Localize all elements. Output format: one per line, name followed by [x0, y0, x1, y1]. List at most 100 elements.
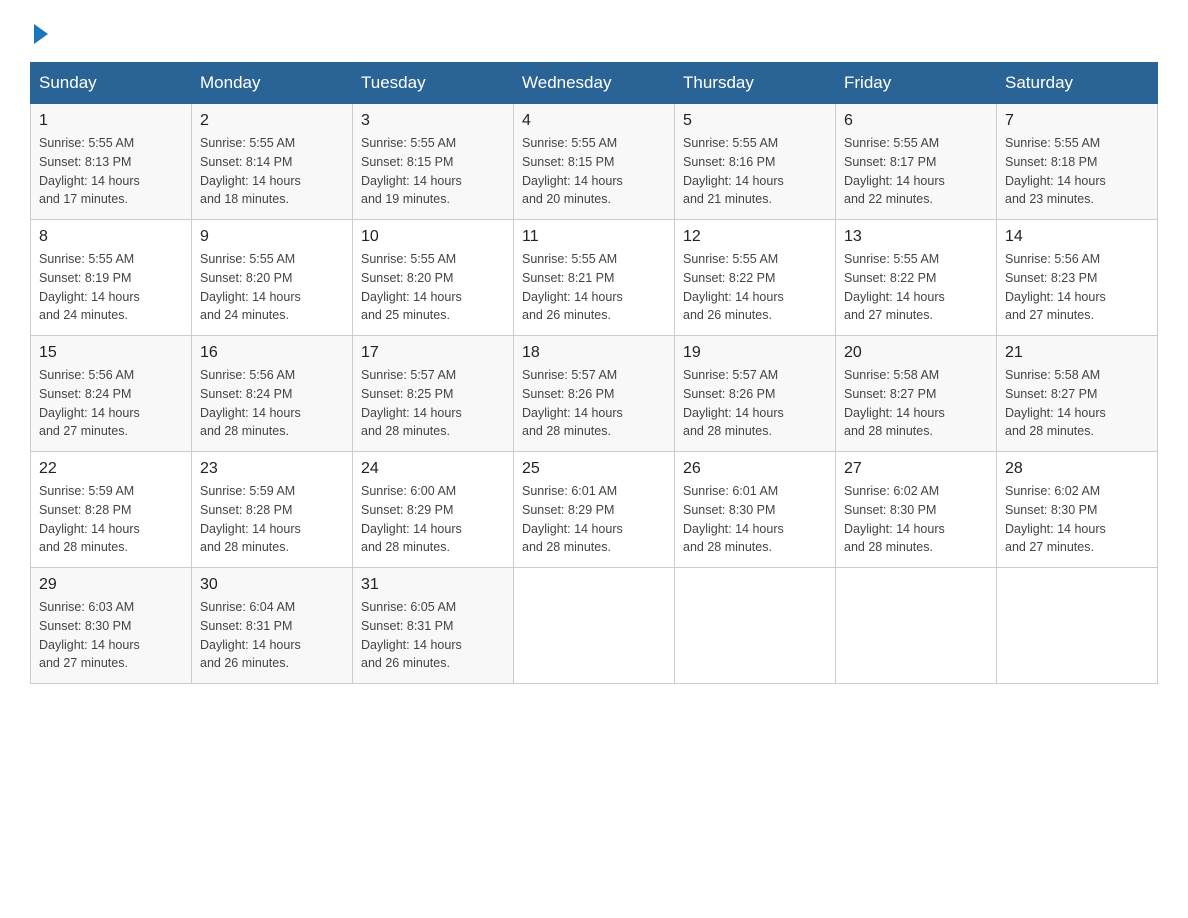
day-info: Sunrise: 5:55 AMSunset: 8:13 PMDaylight:…: [39, 134, 183, 209]
calendar-cell: 1 Sunrise: 5:55 AMSunset: 8:13 PMDaylight…: [31, 104, 192, 220]
day-info: Sunrise: 5:59 AMSunset: 8:28 PMDaylight:…: [200, 482, 344, 557]
calendar-cell: [514, 568, 675, 684]
day-number: 3: [361, 112, 505, 130]
logo: [30, 20, 48, 44]
day-number: 4: [522, 112, 666, 130]
day-info: Sunrise: 5:55 AMSunset: 8:14 PMDaylight:…: [200, 134, 344, 209]
calendar-week-1: 1 Sunrise: 5:55 AMSunset: 8:13 PMDaylight…: [31, 104, 1158, 220]
day-number: 16: [200, 344, 344, 362]
day-number: 26: [683, 460, 827, 478]
weekday-header-tuesday: Tuesday: [353, 63, 514, 104]
day-number: 29: [39, 576, 183, 594]
day-number: 17: [361, 344, 505, 362]
calendar-table: SundayMondayTuesdayWednesdayThursdayFrid…: [30, 62, 1158, 684]
calendar-cell: 18 Sunrise: 5:57 AMSunset: 8:26 PMDayligh…: [514, 336, 675, 452]
day-number: 8: [39, 228, 183, 246]
day-number: 7: [1005, 112, 1149, 130]
day-number: 15: [39, 344, 183, 362]
calendar-cell: 25 Sunrise: 6:01 AMSunset: 8:29 PMDayligh…: [514, 452, 675, 568]
day-number: 18: [522, 344, 666, 362]
day-info: Sunrise: 5:59 AMSunset: 8:28 PMDaylight:…: [39, 482, 183, 557]
day-number: 19: [683, 344, 827, 362]
weekday-header-row: SundayMondayTuesdayWednesdayThursdayFrid…: [31, 63, 1158, 104]
calendar-cell: 5 Sunrise: 5:55 AMSunset: 8:16 PMDaylight…: [675, 104, 836, 220]
weekday-header-sunday: Sunday: [31, 63, 192, 104]
calendar-cell: 3 Sunrise: 5:55 AMSunset: 8:15 PMDaylight…: [353, 104, 514, 220]
day-number: 13: [844, 228, 988, 246]
calendar-cell: [836, 568, 997, 684]
calendar-cell: 27 Sunrise: 6:02 AMSunset: 8:30 PMDayligh…: [836, 452, 997, 568]
day-number: 10: [361, 228, 505, 246]
calendar-cell: 10 Sunrise: 5:55 AMSunset: 8:20 PMDayligh…: [353, 220, 514, 336]
calendar-cell: 7 Sunrise: 5:55 AMSunset: 8:18 PMDaylight…: [997, 104, 1158, 220]
day-number: 6: [844, 112, 988, 130]
calendar-cell: 22 Sunrise: 5:59 AMSunset: 8:28 PMDayligh…: [31, 452, 192, 568]
day-info: Sunrise: 5:57 AMSunset: 8:26 PMDaylight:…: [683, 366, 827, 441]
calendar-cell: 16Sunrise: 5:56 AMSunset: 8:24 PMDayligh…: [192, 336, 353, 452]
day-info: Sunrise: 5:55 AMSunset: 8:19 PMDaylight:…: [39, 250, 183, 325]
day-info: Sunrise: 5:55 AMSunset: 8:15 PMDaylight:…: [361, 134, 505, 209]
calendar-week-3: 15Sunrise: 5:56 AMSunset: 8:24 PMDayligh…: [31, 336, 1158, 452]
day-number: 5: [683, 112, 827, 130]
day-info: Sunrise: 6:03 AMSunset: 8:30 PMDaylight:…: [39, 598, 183, 673]
calendar-cell: [997, 568, 1158, 684]
day-info: Sunrise: 5:55 AMSunset: 8:20 PMDaylight:…: [200, 250, 344, 325]
day-number: 23: [200, 460, 344, 478]
calendar-cell: 14Sunrise: 5:56 AMSunset: 8:23 PMDayligh…: [997, 220, 1158, 336]
calendar-cell: 24 Sunrise: 6:00 AMSunset: 8:29 PMDayligh…: [353, 452, 514, 568]
calendar-cell: 17 Sunrise: 5:57 AMSunset: 8:25 PMDayligh…: [353, 336, 514, 452]
calendar-cell: 2 Sunrise: 5:55 AMSunset: 8:14 PMDaylight…: [192, 104, 353, 220]
day-info: Sunrise: 5:55 AMSunset: 8:22 PMDaylight:…: [683, 250, 827, 325]
day-info: Sunrise: 5:58 AMSunset: 8:27 PMDaylight:…: [1005, 366, 1149, 441]
day-number: 12: [683, 228, 827, 246]
day-info: Sunrise: 5:58 AMSunset: 8:27 PMDaylight:…: [844, 366, 988, 441]
calendar-cell: 21Sunrise: 5:58 AMSunset: 8:27 PMDayligh…: [997, 336, 1158, 452]
day-info: Sunrise: 5:55 AMSunset: 8:16 PMDaylight:…: [683, 134, 827, 209]
calendar-cell: 20 Sunrise: 5:58 AMSunset: 8:27 PMDayligh…: [836, 336, 997, 452]
day-info: Sunrise: 6:05 AMSunset: 8:31 PMDaylight:…: [361, 598, 505, 673]
weekday-header-friday: Friday: [836, 63, 997, 104]
day-info: Sunrise: 6:01 AMSunset: 8:30 PMDaylight:…: [683, 482, 827, 557]
day-info: Sunrise: 5:57 AMSunset: 8:26 PMDaylight:…: [522, 366, 666, 441]
calendar-cell: 13 Sunrise: 5:55 AMSunset: 8:22 PMDayligh…: [836, 220, 997, 336]
day-info: Sunrise: 5:55 AMSunset: 8:15 PMDaylight:…: [522, 134, 666, 209]
day-info: Sunrise: 6:04 AMSunset: 8:31 PMDaylight:…: [200, 598, 344, 673]
day-number: 2: [200, 112, 344, 130]
day-number: 1: [39, 112, 183, 130]
calendar-cell: 31Sunrise: 6:05 AMSunset: 8:31 PMDayligh…: [353, 568, 514, 684]
calendar-cell: 19 Sunrise: 5:57 AMSunset: 8:26 PMDayligh…: [675, 336, 836, 452]
day-info: Sunrise: 5:55 AMSunset: 8:18 PMDaylight:…: [1005, 134, 1149, 209]
weekday-header-wednesday: Wednesday: [514, 63, 675, 104]
day-info: Sunrise: 5:55 AMSunset: 8:22 PMDaylight:…: [844, 250, 988, 325]
day-number: 24: [361, 460, 505, 478]
day-info: Sunrise: 6:02 AMSunset: 8:30 PMDaylight:…: [1005, 482, 1149, 557]
calendar-cell: [675, 568, 836, 684]
day-info: Sunrise: 6:02 AMSunset: 8:30 PMDaylight:…: [844, 482, 988, 557]
day-number: 14: [1005, 228, 1149, 246]
day-number: 20: [844, 344, 988, 362]
logo-arrow-icon: [34, 24, 48, 44]
day-info: Sunrise: 5:55 AMSunset: 8:20 PMDaylight:…: [361, 250, 505, 325]
calendar-week-5: 29 Sunrise: 6:03 AMSunset: 8:30 PMDayligh…: [31, 568, 1158, 684]
day-number: 28: [1005, 460, 1149, 478]
calendar-cell: 6 Sunrise: 5:55 AMSunset: 8:17 PMDaylight…: [836, 104, 997, 220]
day-info: Sunrise: 6:00 AMSunset: 8:29 PMDaylight:…: [361, 482, 505, 557]
day-info: Sunrise: 5:57 AMSunset: 8:25 PMDaylight:…: [361, 366, 505, 441]
calendar-cell: 12 Sunrise: 5:55 AMSunset: 8:22 PMDayligh…: [675, 220, 836, 336]
calendar-cell: 11Sunrise: 5:55 AMSunset: 8:21 PMDayligh…: [514, 220, 675, 336]
day-number: 27: [844, 460, 988, 478]
day-number: 30: [200, 576, 344, 594]
calendar-cell: 15Sunrise: 5:56 AMSunset: 8:24 PMDayligh…: [31, 336, 192, 452]
weekday-header-saturday: Saturday: [997, 63, 1158, 104]
calendar-cell: 26 Sunrise: 6:01 AMSunset: 8:30 PMDayligh…: [675, 452, 836, 568]
calendar-cell: 23 Sunrise: 5:59 AMSunset: 8:28 PMDayligh…: [192, 452, 353, 568]
weekday-header-thursday: Thursday: [675, 63, 836, 104]
day-number: 9: [200, 228, 344, 246]
day-info: Sunrise: 6:01 AMSunset: 8:29 PMDaylight:…: [522, 482, 666, 557]
calendar-week-2: 8 Sunrise: 5:55 AMSunset: 8:19 PMDaylight…: [31, 220, 1158, 336]
day-number: 22: [39, 460, 183, 478]
day-number: 25: [522, 460, 666, 478]
day-info: Sunrise: 5:55 AMSunset: 8:21 PMDaylight:…: [522, 250, 666, 325]
day-info: Sunrise: 5:55 AMSunset: 8:17 PMDaylight:…: [844, 134, 988, 209]
calendar-cell: 8 Sunrise: 5:55 AMSunset: 8:19 PMDaylight…: [31, 220, 192, 336]
